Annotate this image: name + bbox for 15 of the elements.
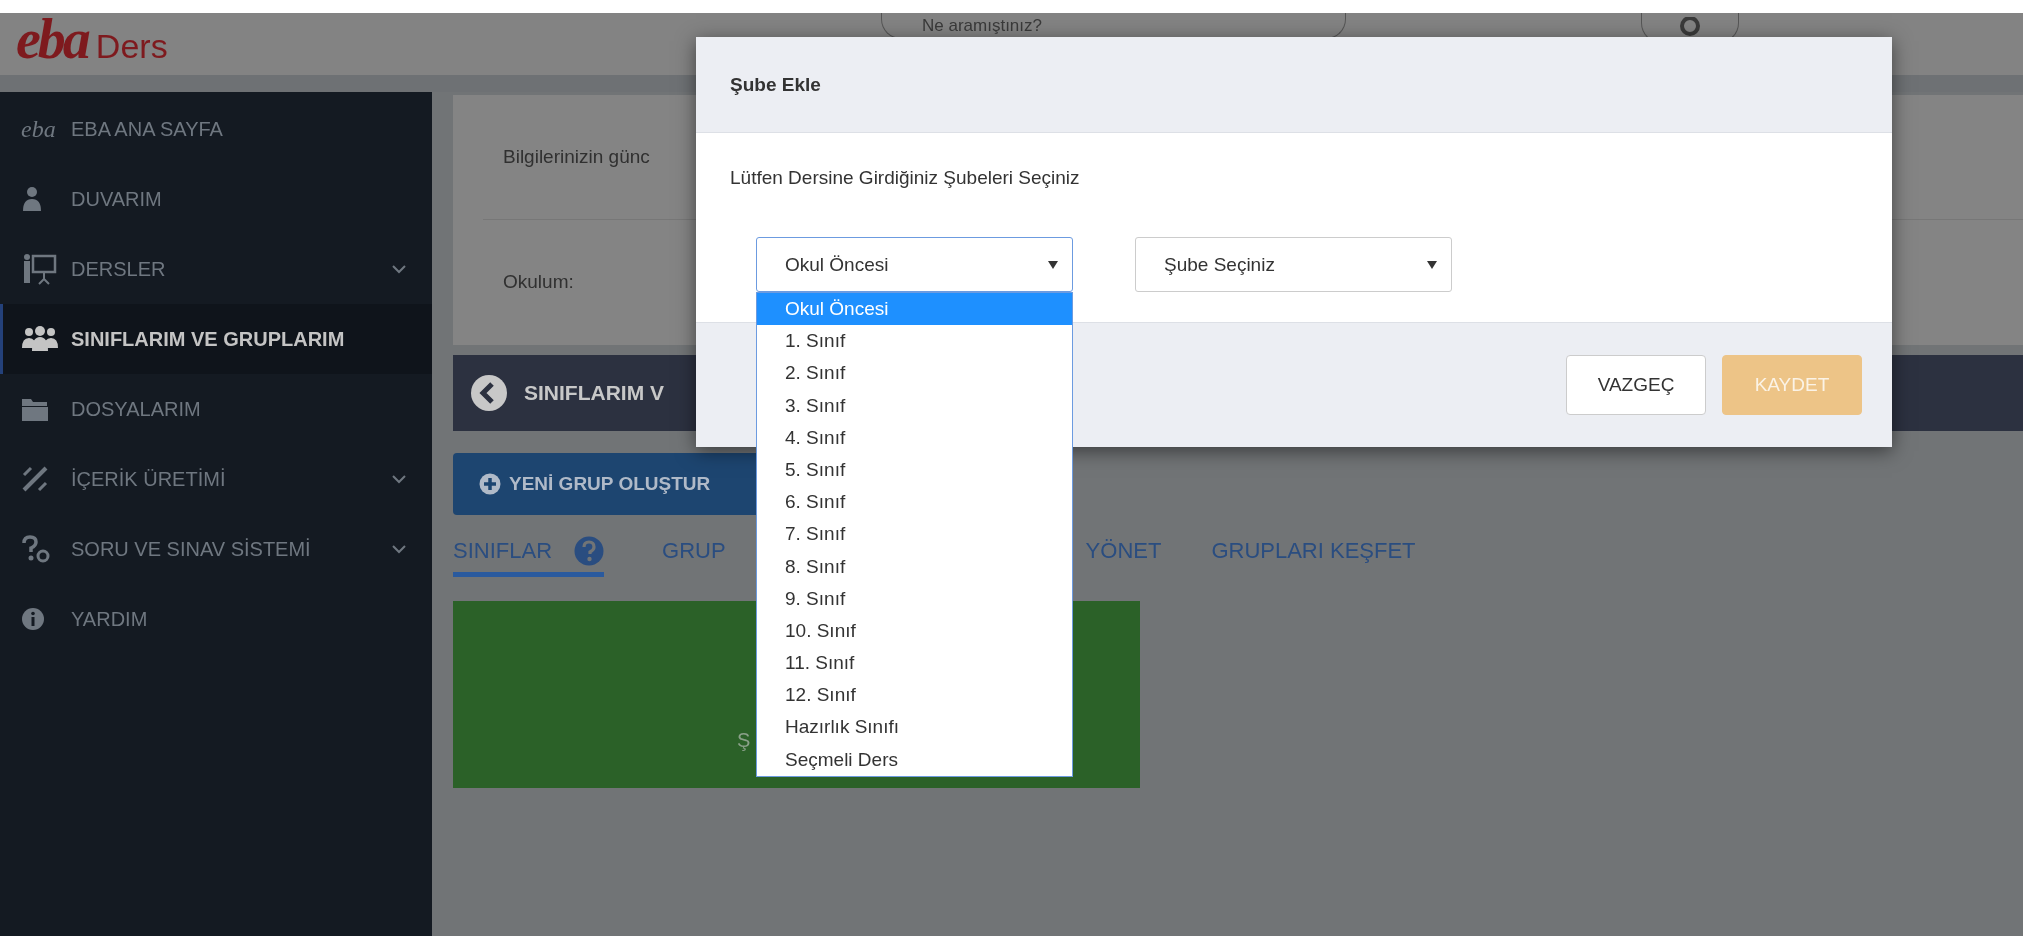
sidebar-label: DERSLER <box>71 257 167 281</box>
page-title: SINIFLARIM V <box>524 381 664 405</box>
sidebar-label: SORU VE SINAV SİSTEMİ <box>71 537 312 561</box>
sidebar-label: DUVARIM <box>71 187 163 211</box>
school-label: Okulum: <box>503 271 574 293</box>
sidebar-label: YARDIM <box>71 607 149 631</box>
logo-mark: eba <box>21 115 56 143</box>
card-text: Ş <box>737 729 751 752</box>
sidebar-label: SINIFLARIM VE GRUPLARIM <box>71 327 346 351</box>
info-text: Bilgilerinizin günc <box>503 146 650 168</box>
sidebar-label: DOSYALARIM <box>71 397 202 421</box>
sidebar-label: EBA ANA SAYFA <box>71 117 224 141</box>
sidebar-label: İÇERİK ÜRETİMİ <box>71 467 227 491</box>
modal-title: Şube Ekle <box>730 73 821 96</box>
instruction-text: Lütfen Dersine Girdiğiniz Şubeleri Seçiniz <box>730 167 1080 188</box>
